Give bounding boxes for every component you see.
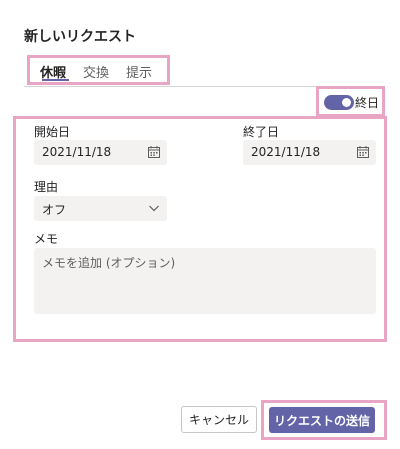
start-date-field[interactable]: 2021/11/18 [34,140,167,165]
calendar-icon[interactable] [356,145,370,159]
toggle-switch[interactable] [324,95,354,110]
calendar-icon[interactable] [147,145,161,159]
dialog-title: 新しいリクエスト [24,29,136,45]
reason-select[interactable]: オフ [34,196,167,221]
cancel-button[interactable]: キャンセル [181,406,257,433]
all-day-label: 終日 [355,96,380,110]
start-date-value: 2021/11/18 [42,145,112,159]
tab-offer[interactable]: 提示 [126,62,152,81]
all-day-toggle[interactable]: 終日 [316,86,385,117]
end-date-field[interactable]: 2021/11/18 [243,140,376,165]
end-date-value: 2021/11/18 [251,145,321,159]
reason-value: オフ [42,203,67,217]
toggle-knob [342,98,351,107]
end-date-label: 終了日 [243,125,280,139]
memo-label: メモ [34,232,59,246]
memo-input[interactable]: メモを追加 (オプション) [34,248,376,314]
request-form: 開始日 2021/11/18 終了日 2021/11/18 理由 オフ メモ メ… [13,116,387,342]
tab-swap[interactable]: 交換 [83,62,109,81]
submit-request-button[interactable]: リクエストの送信 [269,407,375,433]
start-date-label: 開始日 [34,125,71,139]
reason-label: 理由 [34,180,59,194]
submit-highlight: リクエストの送信 [261,400,387,440]
tab-bar: 休暇 交換 提示 [27,55,170,85]
active-tab-indicator [42,79,69,81]
chevron-down-icon [149,205,159,212]
